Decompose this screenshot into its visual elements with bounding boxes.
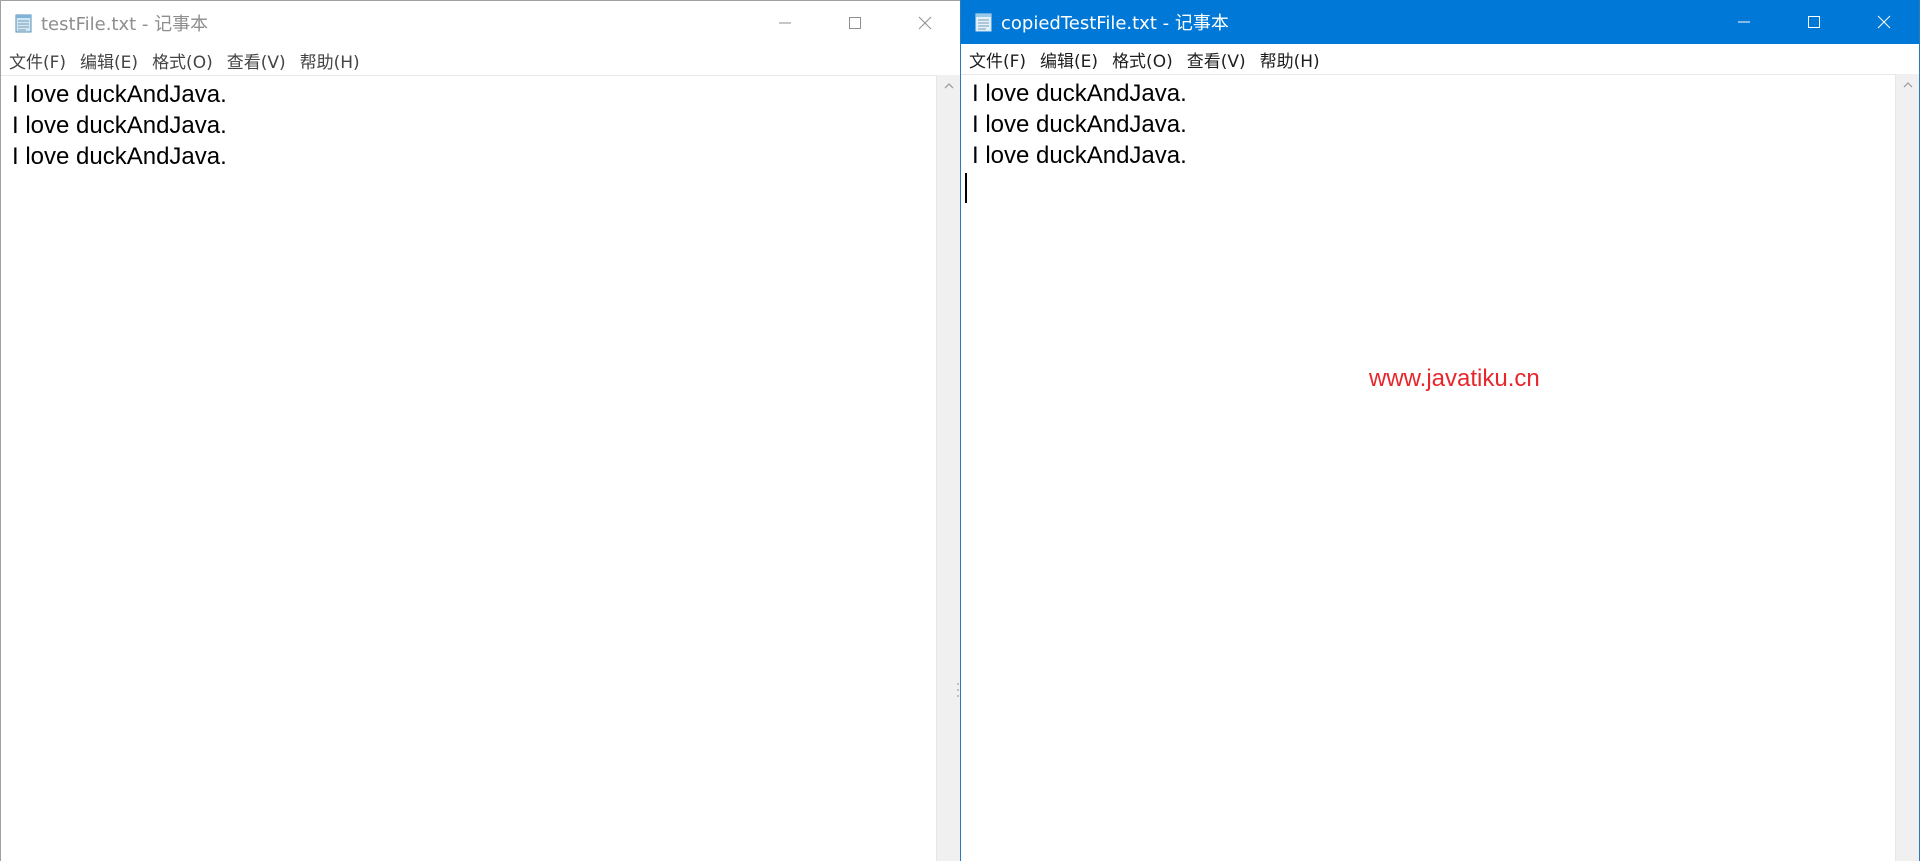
- text-line: I love duckAndJava.: [972, 142, 1187, 169]
- menu-format[interactable]: 格式(O): [152, 48, 213, 73]
- menu-help[interactable]: 帮助(H): [1260, 47, 1320, 72]
- maximize-icon: [849, 17, 861, 29]
- menu-file[interactable]: 文件(F): [969, 47, 1026, 72]
- text-editor[interactable]: I love duckAndJava. I love duckAndJava. …: [961, 74, 1895, 861]
- menu-file[interactable]: 文件(F): [9, 48, 66, 73]
- scroll-up-button[interactable]: [1896, 80, 1919, 96]
- close-button[interactable]: [1849, 0, 1919, 44]
- text-line: I love duckAndJava.: [12, 112, 227, 139]
- chevron-up-icon: [944, 83, 954, 89]
- title-bar[interactable]: testFile.txt - 记事本: [1, 1, 960, 45]
- window-controls: [1709, 0, 1919, 44]
- menu-bar: 文件(F) 编辑(E) 格式(O) 查看(V) 帮助(H): [961, 44, 1919, 74]
- minimize-icon: [779, 22, 791, 24]
- vertical-scrollbar[interactable]: [1895, 74, 1919, 861]
- notepad-window-copiedtestfile[interactable]: copiedTestFile.txt - 记事本 文件(F) 编辑(E) 格式(…: [960, 0, 1920, 861]
- text-line: I love duckAndJava.: [972, 111, 1187, 138]
- vertical-scrollbar[interactable]: [936, 75, 960, 861]
- maximize-button[interactable]: [820, 1, 890, 45]
- minimize-button[interactable]: [1709, 0, 1779, 44]
- window-title: testFile.txt - 记事本: [41, 14, 209, 35]
- title-bar[interactable]: copiedTestFile.txt - 记事本: [961, 0, 1919, 44]
- menu-view[interactable]: 查看(V): [1187, 47, 1246, 72]
- resize-grip-icon[interactable]: [956, 680, 960, 700]
- menu-help[interactable]: 帮助(H): [300, 48, 360, 73]
- close-icon: [1877, 15, 1891, 29]
- close-icon: [918, 16, 932, 30]
- menu-bar: 文件(F) 编辑(E) 格式(O) 查看(V) 帮助(H): [1, 45, 960, 75]
- close-button[interactable]: [890, 1, 960, 45]
- notepad-icon[interactable]: [973, 11, 995, 33]
- minimize-button[interactable]: [750, 1, 820, 45]
- text-line: I love duckAndJava.: [972, 80, 1187, 107]
- notepad-window-testfile[interactable]: testFile.txt - 记事本 文件(F) 编辑(E) 格式(O) 查看(…: [0, 0, 960, 861]
- maximize-button[interactable]: [1779, 0, 1849, 44]
- text-caret: [965, 173, 967, 203]
- menu-edit[interactable]: 编辑(E): [80, 48, 138, 73]
- scroll-up-button[interactable]: [937, 81, 960, 97]
- menu-edit[interactable]: 编辑(E): [1040, 47, 1098, 72]
- menu-format[interactable]: 格式(O): [1112, 47, 1173, 72]
- menu-view[interactable]: 查看(V): [227, 48, 286, 73]
- text-line: I love duckAndJava.: [12, 81, 227, 108]
- text-line: I love duckAndJava.: [12, 143, 227, 170]
- maximize-icon: [1808, 16, 1820, 28]
- chevron-up-icon: [1903, 82, 1913, 88]
- minimize-icon: [1738, 21, 1750, 23]
- window-controls: [750, 1, 960, 45]
- window-title: copiedTestFile.txt - 记事本: [1001, 13, 1229, 34]
- desktop: testFile.txt - 记事本 文件(F) 编辑(E) 格式(O) 查看(…: [0, 0, 1920, 861]
- text-editor[interactable]: I love duckAndJava. I love duckAndJava. …: [1, 75, 936, 861]
- watermark-text: www.javatiku.cn: [1369, 365, 1540, 392]
- notepad-icon[interactable]: [13, 12, 35, 34]
